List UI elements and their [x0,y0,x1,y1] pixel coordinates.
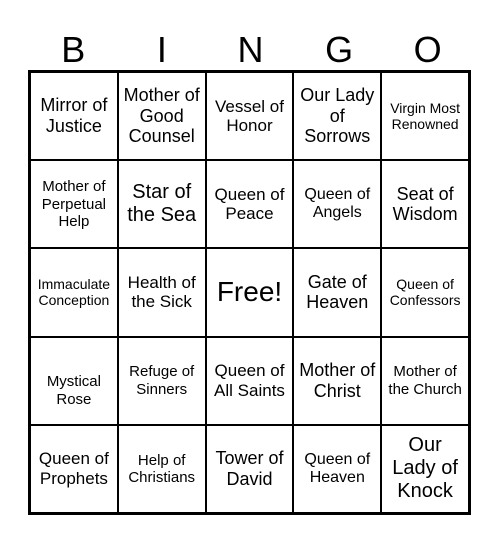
bingo-cell[interactable]: Virgin Most Renowned [381,72,469,161]
bingo-cell[interactable]: Mother of Perpetual Help [30,160,118,249]
bingo-cell[interactable]: Mirror of Justice [30,72,118,161]
header-letter-n: N [237,29,264,70]
bingo-cell[interactable]: Health of the Sick [117,248,206,337]
bingo-cell[interactable]: Mother of the Church [381,336,469,425]
free-space[interactable]: Free! [205,248,294,337]
header-letter-i: I [156,29,167,70]
bingo-cell[interactable]: Help of Christians [117,424,206,513]
bingo-cell[interactable]: Our Lady of Knock [381,424,469,513]
bingo-cell[interactable]: Queen of Confessors [381,248,469,337]
bingo-cell[interactable]: Mother of Christ [293,336,382,425]
bingo-cell[interactable]: Tower of David [205,424,294,513]
bingo-cell[interactable]: Queen of All Saints [205,336,294,425]
bingo-cell[interactable]: Gate of Heaven [293,248,382,337]
bingo-cell[interactable]: Seat of Wisdom [381,160,469,249]
bingo-cell[interactable]: Our Lady of Sorrows [293,72,382,161]
bingo-header: B I N G O [29,28,472,72]
bingo-cell[interactable]: Star of the Sea [117,160,206,249]
bingo-cell[interactable]: Immaculate Conception [30,248,118,337]
bingo-cell[interactable]: Mother of Good Counsel [117,72,206,161]
bingo-cell[interactable]: Queen of Angels [293,160,382,249]
header-letter-g: G [325,29,354,70]
bingo-grid: Mirror of Justice Mother of Good Counsel… [28,70,471,515]
header-letter-b: B [61,29,86,70]
bingo-cell[interactable]: Vessel of Honor [205,72,294,161]
bingo-cell[interactable]: Queen of Peace [205,160,294,249]
bingo-cell[interactable]: Queen of Heaven [293,424,382,513]
bingo-cell[interactable]: Refuge of Sinners [117,336,206,425]
header-letter-o: O [413,29,442,70]
bingo-cell[interactable]: Mystical Rose [30,336,118,425]
bingo-cell[interactable]: Queen of Prophets [30,424,118,513]
